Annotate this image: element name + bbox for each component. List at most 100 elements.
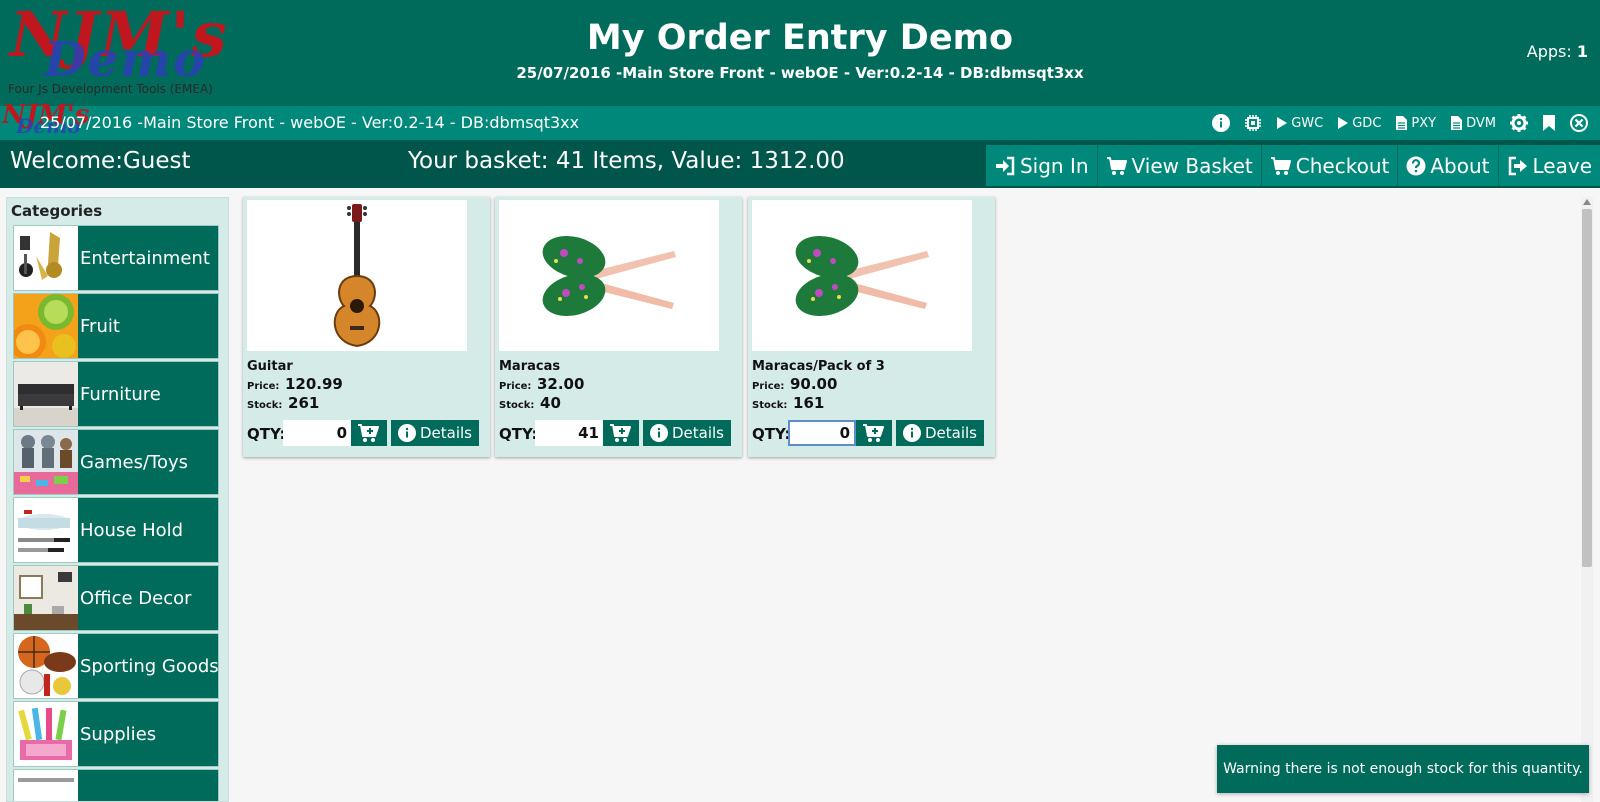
details-label: Details	[671, 424, 724, 442]
categories-title: Categories	[11, 202, 103, 220]
details-button[interactable]: Details	[896, 420, 984, 446]
about-label: About	[1430, 153, 1490, 178]
leave-label: Leave	[1532, 153, 1593, 178]
info-icon	[902, 424, 921, 442]
details-button[interactable]: Details	[391, 420, 479, 446]
category-thumbnail	[14, 770, 78, 801]
office-decor-thumbnail	[14, 566, 78, 630]
scroll-up-arrow[interactable]	[1583, 199, 1591, 205]
product-card-guitar: Guitar Price: 120.99 Stock: 261 QTY: Det…	[243, 197, 490, 457]
vertical-scrollbar[interactable]	[1581, 197, 1593, 802]
sporting-goods-thumbnail	[14, 634, 78, 698]
cart-plus-icon	[610, 424, 631, 442]
toast-message: Warning there is not enough stock for th…	[1223, 761, 1583, 777]
category-partial[interactable]	[13, 769, 219, 801]
qty-input[interactable]	[535, 420, 603, 446]
product-card-maracas: Maracas Price: 32.00 Stock: 40 QTY: Deta…	[495, 197, 742, 457]
category-label: Entertainment	[80, 247, 210, 269]
info-icon	[1212, 114, 1231, 132]
about-button[interactable]: About	[1398, 145, 1499, 186]
category-house-hold[interactable]: House Hold	[13, 497, 219, 563]
category-games-toys[interactable]: Games/Toys	[13, 429, 219, 495]
sign-out-icon	[1508, 156, 1527, 175]
stock-label: Stock:	[752, 400, 788, 411]
dvm-button[interactable]: DVM	[1450, 115, 1496, 131]
view-basket-label: View Basket	[1131, 153, 1253, 178]
qty-input[interactable]	[788, 420, 856, 446]
checkout-button[interactable]: Checkout	[1261, 145, 1399, 186]
info-button[interactable]	[1212, 114, 1231, 132]
toolbar: NJM's Demo 25/07/2016 -Main Store Front …	[0, 100, 1600, 140]
category-label: Furniture	[80, 383, 161, 405]
details-label: Details	[924, 424, 977, 442]
price-value: 90.00	[789, 375, 838, 393]
product-image[interactable]	[247, 200, 467, 351]
category-label: Sporting Goods	[80, 655, 219, 677]
info-icon	[397, 424, 416, 442]
product-name: Maracas/Pack of 3	[752, 359, 885, 374]
gwc-button[interactable]: GWC	[1276, 116, 1323, 131]
price-value: 120.99	[284, 375, 343, 393]
house-hold-thumbnail	[14, 498, 78, 562]
category-fruit[interactable]: Fruit	[13, 293, 219, 359]
dvm-label: DVM	[1466, 115, 1496, 131]
category-label: Games/Toys	[80, 451, 189, 473]
qty-label: QTY:	[499, 425, 538, 443]
gwc-label: GWC	[1291, 115, 1324, 131]
sign-in-label: Sign In	[1019, 153, 1089, 178]
product-stock: Stock: 161	[752, 393, 824, 412]
product-card-maracas-pack: Maracas/Pack of 3 Price: 90.00 Stock: 16…	[748, 197, 995, 457]
chip-button[interactable]	[1244, 114, 1262, 132]
category-furniture[interactable]: Furniture	[13, 361, 219, 427]
info-icon	[649, 424, 668, 442]
product-stock: Stock: 261	[247, 393, 319, 412]
entertainment-thumbnail	[14, 226, 78, 290]
fruit-thumbnail	[14, 294, 78, 358]
toolbar-actions: GWC GDC PXY DVM	[1212, 106, 1588, 140]
product-stock: Stock: 40	[499, 393, 561, 412]
scrollbar-thumb[interactable]	[1582, 209, 1592, 567]
qty-input[interactable]	[283, 420, 351, 446]
gdc-label: GDC	[1352, 115, 1382, 131]
stock-label: Stock:	[247, 400, 283, 411]
add-to-cart-button[interactable]	[856, 420, 892, 446]
guitar-image	[333, 203, 381, 347]
gdc-button[interactable]: GDC	[1337, 116, 1381, 131]
product-price: Price: 90.00	[752, 374, 837, 393]
close-button[interactable]	[1570, 114, 1588, 132]
price-label: Price:	[247, 381, 280, 392]
stock-label: Stock:	[499, 400, 535, 411]
stock-warning-toast: Warning there is not enough stock for th…	[1217, 745, 1589, 793]
product-image[interactable]	[499, 200, 719, 351]
bookmark-icon	[1543, 115, 1555, 131]
basket-summary: Your basket: 41 Items, Value: 1312.00	[408, 148, 845, 174]
details-button[interactable]: Details	[643, 420, 731, 446]
view-basket-button[interactable]: View Basket	[1097, 145, 1262, 186]
details-label: Details	[419, 424, 472, 442]
qty-label: QTY:	[752, 425, 791, 443]
stock-value: 261	[288, 394, 320, 412]
category-sporting-goods[interactable]: Sporting Goods	[13, 633, 219, 699]
chip-icon	[1245, 115, 1262, 131]
add-to-cart-button[interactable]	[603, 420, 639, 446]
leave-button[interactable]: Leave	[1498, 145, 1600, 186]
pxy-button[interactable]: PXY	[1395, 115, 1436, 131]
apps-count: 1	[1576, 42, 1588, 61]
product-image[interactable]	[752, 200, 972, 351]
welcome-text: Welcome:Guest	[10, 148, 191, 174]
category-entertainment[interactable]: Entertainment	[13, 225, 219, 291]
sign-in-button[interactable]: Sign In	[985, 145, 1098, 186]
category-supplies[interactable]: Supplies	[13, 701, 219, 767]
maracas-image	[542, 235, 676, 316]
bookmark-button[interactable]	[1542, 114, 1556, 132]
app-title: My Order Entry Demo	[586, 18, 1014, 58]
stock-value: 161	[793, 394, 825, 412]
play-icon	[1338, 117, 1349, 129]
question-icon	[1406, 156, 1426, 175]
file-icon	[1451, 116, 1463, 130]
category-office-decor[interactable]: Office Decor	[13, 565, 219, 631]
settings-button[interactable]	[1510, 114, 1528, 132]
app-header: NJM's Demo Four Js Development Tools (EM…	[0, 0, 1600, 106]
file-icon	[1396, 116, 1408, 130]
add-to-cart-button[interactable]	[351, 420, 387, 446]
